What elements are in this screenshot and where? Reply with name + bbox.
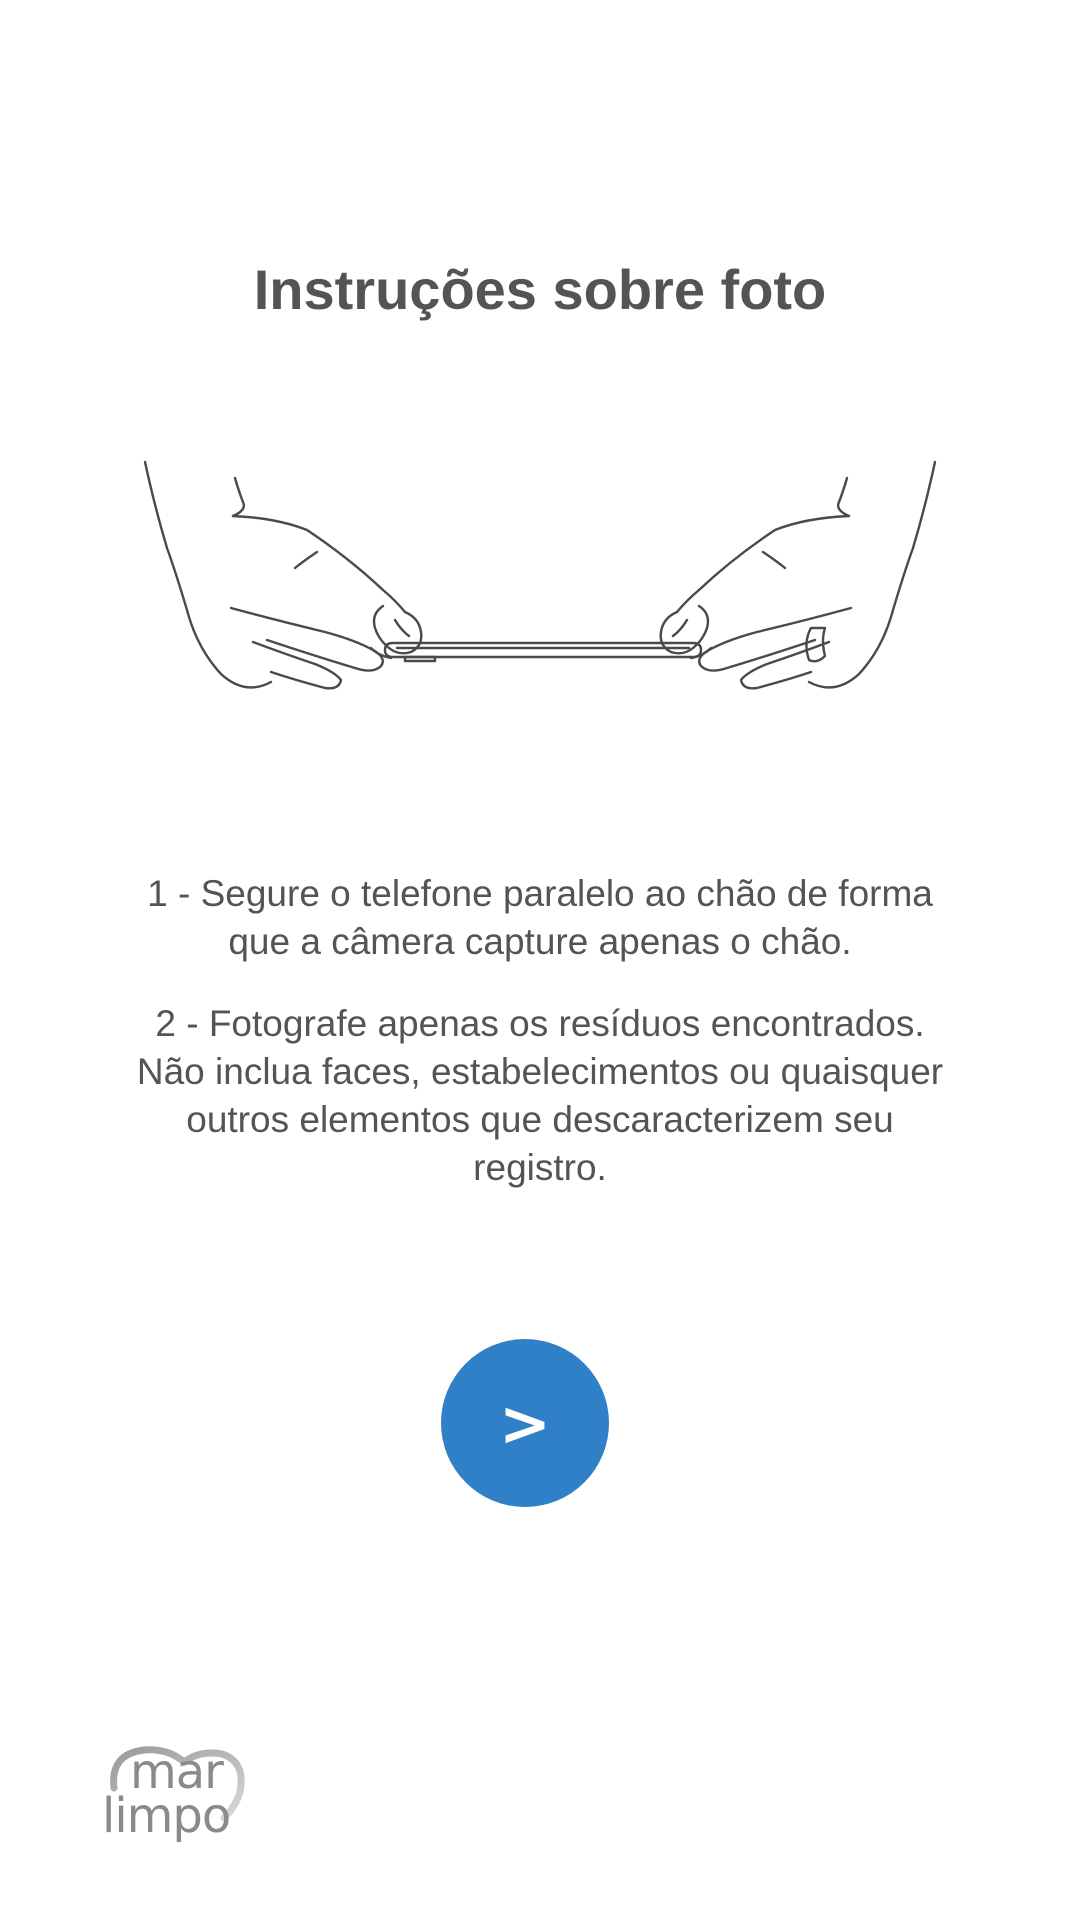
logo-text-line2: limpo: [102, 1788, 231, 1844]
instructions-text: 1 - Segure o telefone paralelo ao chão d…: [130, 870, 950, 1226]
photo-instructions-screen: Instruções sobre foto 1 - Segure o telef…: [0, 0, 1080, 1920]
mar-limpo-logo: mar limpo: [100, 1740, 250, 1850]
page-title: Instruções sobre foto: [253, 258, 827, 321]
instruction-step-2: 2 - Fotografe apenas os resíduos encontr…: [136, 1003, 944, 1188]
next-button[interactable]: >: [441, 1339, 609, 1507]
instruction-step-1: 1 - Segure o telefone paralelo ao chão d…: [147, 873, 933, 962]
hands-holding-phone-flat-icon: [143, 460, 937, 690]
